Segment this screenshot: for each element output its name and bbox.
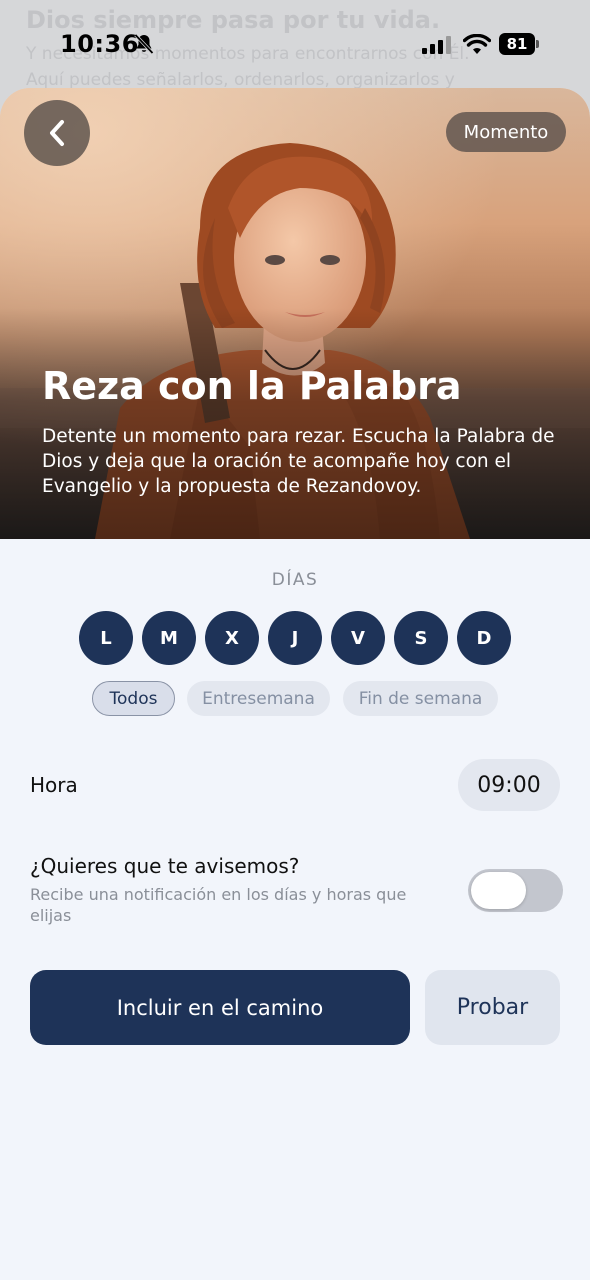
- chip-weekend[interactable]: Fin de semana: [343, 681, 498, 716]
- notification-toggle[interactable]: [468, 869, 563, 912]
- hero-banner: Momento Reza con la Palabra Detente un m…: [0, 88, 590, 539]
- days-label: DÍAS: [271, 570, 319, 590]
- day-monday[interactable]: L: [79, 611, 133, 665]
- activity-description: Detente un momento para rezar. Escucha l…: [42, 426, 555, 497]
- activity-sheet: Momento Reza con la Palabra Detente un m…: [0, 88, 590, 1280]
- cellular-signal-icon: [422, 36, 451, 54]
- day-thursday[interactable]: J: [268, 611, 322, 665]
- day-saturday[interactable]: S: [394, 611, 448, 665]
- day-friday[interactable]: V: [331, 611, 385, 665]
- notification-title: ¿Quieres que te avisemos?: [30, 854, 300, 878]
- back-button[interactable]: [24, 100, 90, 166]
- day-sunday[interactable]: D: [457, 611, 511, 665]
- day-wednesday[interactable]: X: [205, 611, 259, 665]
- chevron-left-icon: [50, 120, 64, 146]
- chip-all-days[interactable]: Todos: [92, 681, 175, 716]
- try-button[interactable]: Probar: [425, 970, 560, 1045]
- notification-subtitle: Recibe una notificación en los días y ho…: [30, 885, 407, 925]
- status-time: 10:36: [60, 30, 139, 58]
- battery-tip: [536, 40, 539, 48]
- time-label: Hora: [30, 773, 78, 797]
- status-bar: 10:36 81: [0, 0, 590, 88]
- time-picker[interactable]: 09:00: [458, 759, 560, 811]
- day-tuesday[interactable]: M: [142, 611, 196, 665]
- bell-muted-icon: [134, 33, 154, 55]
- wifi-icon: [463, 34, 491, 54]
- chip-weekdays[interactable]: Entresemana: [187, 681, 330, 716]
- toggle-knob: [471, 872, 526, 909]
- day-selector: L M X J V S D: [79, 611, 519, 665]
- battery-level: 81: [499, 33, 535, 55]
- type-badge: Momento: [446, 112, 566, 152]
- battery-icon: 81: [499, 33, 541, 55]
- activity-title: Reza con la Palabra: [42, 364, 462, 408]
- add-to-path-button[interactable]: Incluir en el camino: [30, 970, 410, 1045]
